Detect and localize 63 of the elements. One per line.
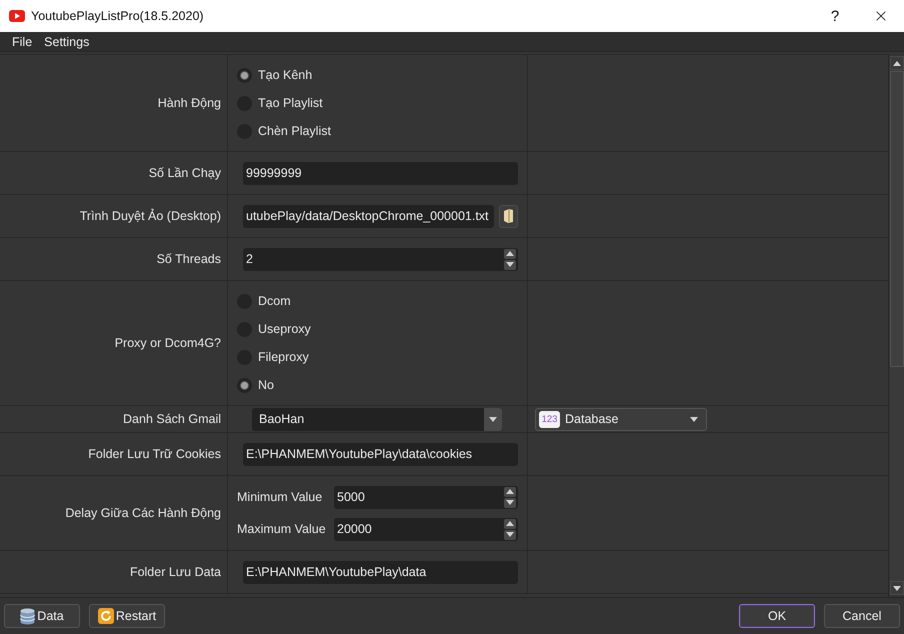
- radio-label[interactable]: Dcom: [258, 294, 291, 308]
- source-dropdown[interactable]: 123 Database: [535, 408, 707, 430]
- triangle-up-icon: [892, 60, 900, 66]
- spin-up-button[interactable]: [504, 518, 516, 528]
- folder-icon: [504, 209, 513, 223]
- data-button[interactable]: Data: [4, 604, 80, 628]
- caret-down-icon: [690, 416, 698, 422]
- window-title: YoutubePlayListPro(18.5.2020): [31, 9, 205, 23]
- text-field[interactable]: E:\PHANMEM\YoutubePlay\data: [243, 560, 518, 584]
- field-label: Maximum Value: [237, 522, 327, 536]
- help-button[interactable]: ?: [812, 0, 858, 32]
- play-logo-icon: [9, 10, 25, 22]
- radio-label[interactable]: Tạo Kênh: [258, 68, 312, 82]
- spin-down-button[interactable]: [504, 498, 516, 508]
- field-label: Delay Giữa Các Hành Động: [65, 506, 221, 520]
- field-label: Folder Lưu Trữ Cookies: [88, 447, 221, 461]
- triangle-up-icon: [506, 521, 514, 526]
- scrollbar-thumb[interactable]: [890, 71, 904, 367]
- file-path-field[interactable]: utubePlay/data/DesktopChrome_000001.txt: [243, 204, 494, 228]
- numbers-icon: 123: [539, 410, 560, 428]
- triangle-down-icon: [506, 500, 514, 505]
- radio-label[interactable]: Fileproxy: [258, 350, 309, 364]
- menu-item[interactable]: Settings: [38, 32, 96, 52]
- field-label: Proxy or Dcom4G?: [114, 336, 221, 350]
- field-label: Số Lần Chạy: [148, 166, 221, 180]
- menu-item[interactable]: File: [6, 32, 38, 52]
- number-spin-field[interactable]: 20000: [334, 518, 518, 540]
- radio-label[interactable]: Useproxy: [258, 322, 311, 336]
- radio-button[interactable]: [237, 68, 252, 82]
- number-spin-field[interactable]: 5000: [334, 486, 518, 508]
- number-spin-field[interactable]: 2: [243, 248, 518, 270]
- radio-label[interactable]: Chèn Playlist: [258, 124, 331, 138]
- field-label: Số Threads: [156, 252, 221, 266]
- triangle-down-icon: [892, 586, 900, 590]
- field-label: Hành Động: [158, 96, 221, 110]
- field-label: Minimum Value: [237, 490, 324, 504]
- text-field[interactable]: E:\PHANMEM\YoutubePlay\data\cookies: [243, 442, 518, 466]
- database-icon: [20, 608, 36, 624]
- field-label: Danh Sách Gmail: [123, 412, 221, 426]
- refresh-icon: [98, 608, 114, 624]
- radio-label[interactable]: No: [258, 378, 274, 392]
- scroll-down-button[interactable]: [890, 581, 904, 595]
- field-label: Folder Lưu Data: [130, 565, 221, 579]
- caret-down-icon: [489, 416, 497, 422]
- triangle-up-icon: [506, 489, 514, 494]
- restart-button[interactable]: Restart: [89, 604, 165, 628]
- spin-down-button[interactable]: [504, 530, 516, 540]
- dropdown-button[interactable]: [484, 408, 502, 430]
- radio-button[interactable]: [237, 378, 252, 392]
- text-field[interactable]: 99999999: [243, 162, 518, 184]
- browse-button[interactable]: [499, 204, 518, 228]
- spin-up-button[interactable]: [504, 248, 516, 258]
- dialog-button[interactable]: Cancel: [824, 604, 900, 628]
- account-dropdown[interactable]: BaoHan: [252, 408, 502, 430]
- radio-label[interactable]: Tạo Playlist: [258, 96, 323, 110]
- triangle-down-icon: [506, 532, 514, 537]
- triangle-up-icon: [506, 251, 514, 256]
- spin-up-button[interactable]: [504, 486, 516, 496]
- dialog-button[interactable]: OK: [739, 604, 815, 628]
- spin-down-button[interactable]: [504, 260, 516, 270]
- triangle-down-icon: [506, 262, 514, 267]
- scroll-up-button[interactable]: [890, 56, 904, 70]
- field-label: Trình Duyệt Ảo (Desktop): [80, 209, 221, 223]
